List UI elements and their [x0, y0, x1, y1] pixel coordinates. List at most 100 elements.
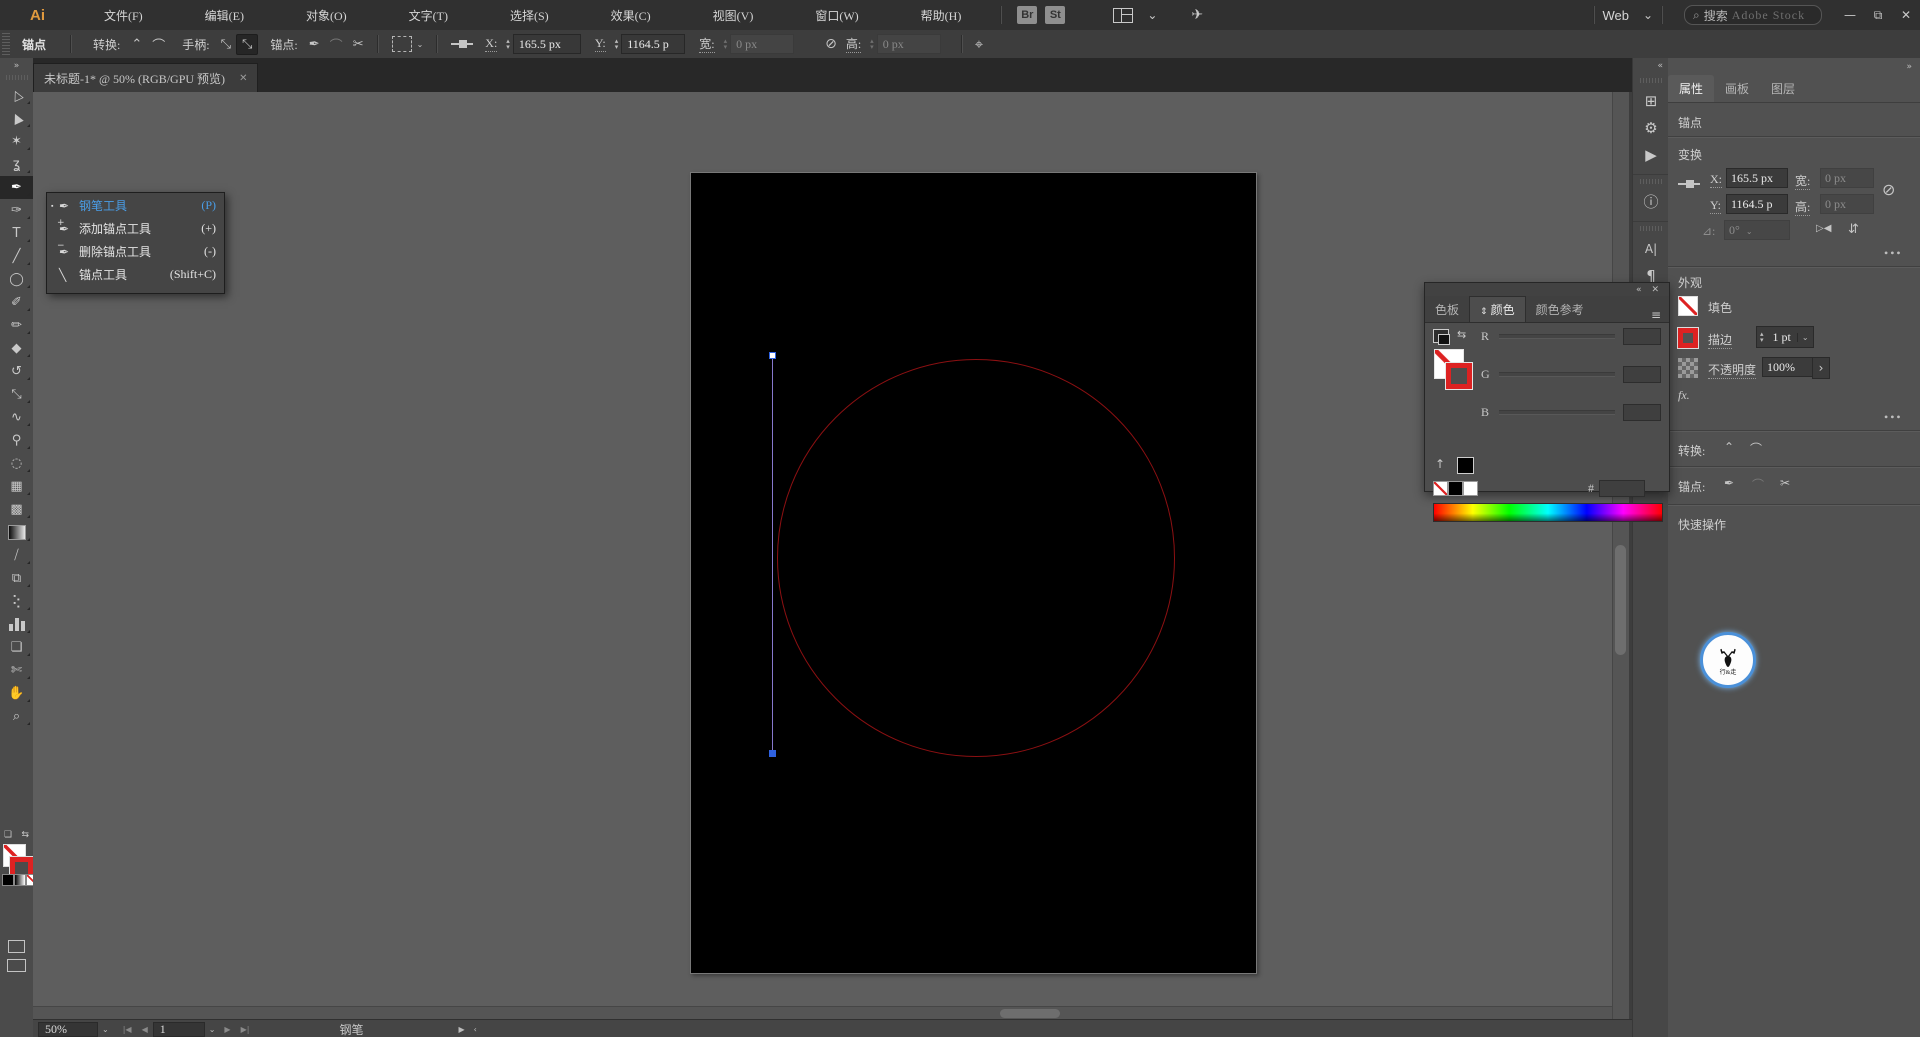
toolbar-expand-icon[interactable]: »: [0, 58, 33, 71]
red-channel-input[interactable]: [1623, 328, 1661, 345]
show-handles-icon[interactable]: ⤡: [216, 35, 236, 54]
close-button[interactable]: ✕: [1892, 8, 1920, 22]
path-anchor-top[interactable]: [769, 352, 776, 359]
last-color-swatch[interactable]: [1457, 457, 1474, 474]
stroke-swatch[interactable]: [1678, 328, 1698, 348]
status-back-icon[interactable]: ‹: [474, 1025, 477, 1034]
zoom-level-input[interactable]: 50%: [38, 1022, 98, 1037]
menu-item-object[interactable]: 对象(O): [275, 7, 378, 24]
y-stepper[interactable]: ▴▾: [615, 38, 619, 50]
chevron-down-icon[interactable]: ⌄: [412, 38, 429, 51]
panel-menu-icon[interactable]: ≡: [1651, 308, 1661, 322]
remove-anchor-pen-icon[interactable]: ✒: [1724, 476, 1734, 490]
chevron-down-icon[interactable]: ⌄: [1643, 8, 1653, 23]
workspace-switcher[interactable]: Web: [1602, 8, 1629, 23]
x-label[interactable]: X:: [485, 36, 497, 52]
shaper-tool[interactable]: ✏: [0, 314, 33, 337]
flip-horizontal-icon[interactable]: ▷◀: [1816, 223, 1831, 234]
close-panel-icon[interactable]: ✕: [1651, 285, 1659, 295]
menu-item-edit[interactable]: 编辑(E): [174, 7, 275, 24]
opacity-options-button[interactable]: ›: [1812, 357, 1830, 379]
vertical-scrollbar[interactable]: [1612, 92, 1629, 1019]
add-anchor-pen-icon[interactable]: ✒: [304, 35, 325, 54]
canvas[interactable]: [33, 92, 1612, 1006]
convert-to-smooth-icon[interactable]: ⌒: [147, 33, 170, 56]
dock-collapse-icon[interactable]: «: [1633, 58, 1669, 74]
stock-search-input[interactable]: ⌕ 搜索 Adobe Stock: [1684, 5, 1822, 25]
libraries-panel-icon[interactable]: ⊞: [1633, 87, 1669, 114]
invert-color-icon[interactable]: ↑: [1435, 457, 1445, 471]
blue-channel-input[interactable]: [1623, 404, 1661, 421]
x-value-input[interactable]: 165.5 px: [1726, 168, 1788, 188]
menu-item-type[interactable]: 文字(T): [378, 7, 479, 24]
character-panel-icon[interactable]: A|: [1633, 235, 1669, 262]
last-artboard-icon[interactable]: ▶|: [241, 1025, 250, 1034]
flyout-item-add-anchor-point-tool[interactable]: ✒+ 添加锚点工具 (+): [47, 217, 224, 240]
opacity-swatch[interactable]: [1678, 358, 1698, 378]
swap-colors-icon[interactable]: ⇆: [1457, 328, 1466, 341]
menu-item-view[interactable]: 视图(V): [682, 7, 785, 24]
horizontal-scrollbar[interactable]: [33, 1006, 1612, 1020]
symbol-sprayer-tool[interactable]: ⢕: [0, 590, 33, 613]
type-tool[interactable]: T: [0, 222, 33, 245]
info-panel-icon[interactable]: ⓘ: [1633, 188, 1669, 215]
width-label[interactable]: 宽:: [699, 35, 714, 53]
link-dimensions-icon[interactable]: ⊘: [1882, 180, 1895, 199]
flyout-item-delete-anchor-point-tool[interactable]: ✒− 删除锚点工具 (-): [47, 240, 224, 263]
eyedropper-tool[interactable]: ⧸: [0, 544, 33, 567]
bridge-icon[interactable]: Br: [1017, 6, 1037, 24]
tab-close-icon[interactable]: ✕: [239, 73, 247, 84]
green-channel-input[interactable]: [1623, 366, 1661, 383]
status-play-icon[interactable]: ▶: [458, 1025, 464, 1034]
link-dimensions-icon[interactable]: ⊘: [820, 34, 842, 54]
add-anchor-icon[interactable]: ⌒: [1752, 476, 1764, 493]
x-stepper[interactable]: ▴▾: [506, 38, 510, 50]
horizontal-scrollbar-thumb[interactable]: [1000, 1009, 1060, 1018]
hide-handles-icon[interactable]: ⤡: [236, 34, 258, 55]
y-label[interactable]: Y:: [1710, 198, 1721, 214]
stroke-label[interactable]: 描边: [1708, 331, 1732, 349]
menu-item-file[interactable]: 文件(F): [73, 7, 174, 24]
none-swatch[interactable]: [1433, 481, 1448, 496]
panel-collapse-icon[interactable]: »: [1906, 62, 1912, 72]
free-transform-tool[interactable]: ◌: [0, 452, 33, 475]
tab-layers[interactable]: 图层: [1760, 75, 1806, 102]
gradient-tool[interactable]: [0, 521, 33, 544]
dock-grip[interactable]: [1640, 179, 1662, 184]
line-segment-tool[interactable]: ╱: [0, 245, 33, 268]
tab-artboards[interactable]: 画板: [1714, 75, 1760, 102]
cut-path-icon[interactable]: ✂: [348, 35, 369, 54]
width-label[interactable]: 宽:: [1795, 172, 1810, 190]
default-fill-stroke-icon[interactable]: ❏: [4, 830, 12, 840]
slice-tool[interactable]: ✄: [0, 659, 33, 682]
artboard-tool[interactable]: ❏: [0, 636, 33, 659]
remove-anchor-icon[interactable]: ⌒: [325, 33, 348, 56]
dock-grip[interactable]: [1640, 78, 1662, 83]
first-artboard-icon[interactable]: |◀: [123, 1025, 132, 1034]
y-value-input[interactable]: 1164.5 p: [621, 34, 685, 54]
stroke-color-swatch[interactable]: [1446, 363, 1472, 389]
collapse-panel-icon[interactable]: «: [1636, 285, 1642, 295]
hex-input[interactable]: [1599, 480, 1645, 497]
zoom-dropdown-icon[interactable]: ⌄: [102, 1025, 109, 1034]
convert-to-corner-icon[interactable]: ⌃: [126, 35, 147, 54]
tab-color[interactable]: ⇕颜色: [1469, 296, 1526, 322]
stock-icon[interactable]: St: [1045, 6, 1065, 24]
flyout-item-pen-tool[interactable]: ▪ ✒ 钢笔工具 (P): [47, 194, 224, 217]
hand-tool[interactable]: ✋: [0, 682, 33, 705]
red-circle[interactable]: [777, 359, 1175, 757]
y-value-input[interactable]: 1164.5 p: [1726, 194, 1788, 214]
gradient-mode-icon[interactable]: [14, 874, 26, 886]
flyout-item-anchor-point-tool[interactable]: ╲ 锚点工具 (Shift+C): [47, 263, 224, 286]
restore-button[interactable]: ⧉: [1864, 8, 1892, 23]
ellipse-tool[interactable]: ◯: [0, 268, 33, 291]
tab-color-guide[interactable]: 颜色参考: [1526, 297, 1594, 322]
pen-path-line[interactable]: [772, 355, 773, 753]
scale-tool[interactable]: ⤡: [0, 383, 33, 406]
green-channel-slider[interactable]: [1499, 372, 1615, 377]
actions-play-icon[interactable]: ▶: [1633, 141, 1669, 168]
selection-tool[interactable]: ▷: [0, 84, 33, 107]
appearance-more-options[interactable]: •••: [1884, 410, 1903, 425]
opacity-label[interactable]: 不透明度: [1708, 361, 1756, 379]
fill-swatch[interactable]: [1678, 296, 1698, 316]
